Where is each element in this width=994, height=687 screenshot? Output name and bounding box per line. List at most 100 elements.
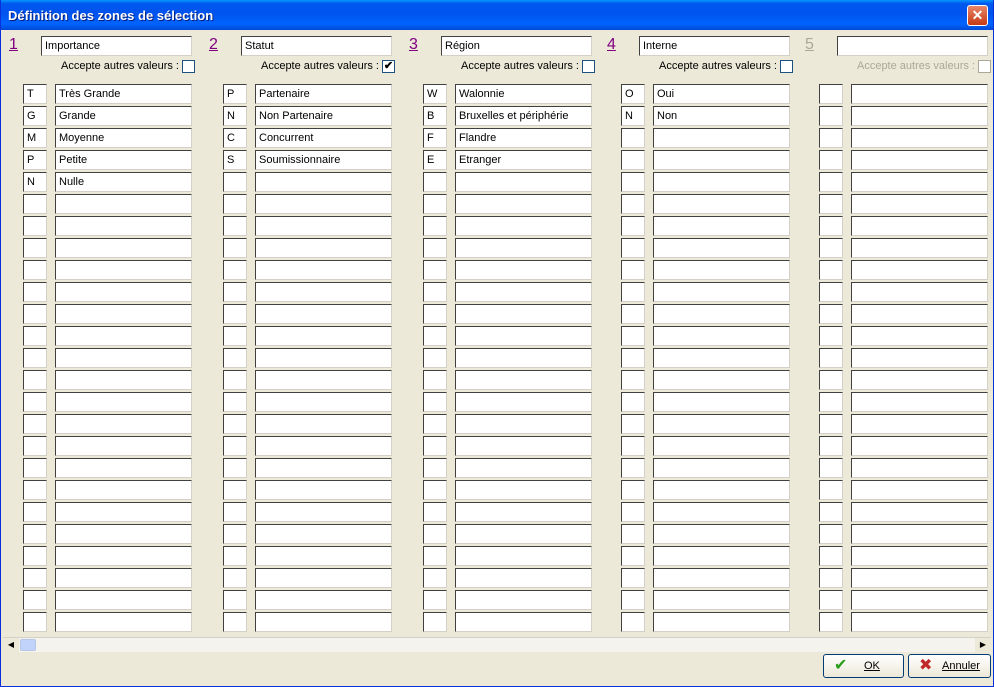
value-label-input[interactable] <box>851 172 988 192</box>
value-code-input[interactable] <box>423 480 447 500</box>
value-code-input[interactable] <box>423 612 447 632</box>
value-code-input[interactable]: T <box>23 84 47 104</box>
value-label-input[interactable] <box>653 172 790 192</box>
value-code-input[interactable] <box>23 304 47 324</box>
value-label-input[interactable] <box>851 304 988 324</box>
value-code-input[interactable] <box>819 128 843 148</box>
value-label-input[interactable] <box>55 282 192 302</box>
value-label-input[interactable]: Concurrent <box>255 128 392 148</box>
value-code-input[interactable] <box>23 502 47 522</box>
value-label-input[interactable]: Oui <box>653 84 790 104</box>
value-label-input[interactable] <box>255 370 392 390</box>
value-code-input[interactable] <box>23 392 47 412</box>
value-label-input[interactable] <box>455 524 592 544</box>
value-code-input[interactable] <box>621 326 645 346</box>
value-label-input[interactable] <box>653 282 790 302</box>
value-code-input[interactable] <box>223 392 247 412</box>
zone-title-input[interactable]: Interne <box>639 36 790 56</box>
zone-title-input[interactable]: Importance <box>41 36 192 56</box>
value-label-input[interactable] <box>653 414 790 434</box>
value-label-input[interactable] <box>455 612 592 632</box>
value-label-input[interactable] <box>255 546 392 566</box>
value-code-input[interactable] <box>23 282 47 302</box>
value-label-input[interactable] <box>55 524 192 544</box>
value-code-input[interactable] <box>621 612 645 632</box>
value-code-input[interactable] <box>223 238 247 258</box>
value-label-input[interactable] <box>653 480 790 500</box>
value-label-input[interactable] <box>255 414 392 434</box>
value-label-input[interactable] <box>455 502 592 522</box>
value-code-input[interactable] <box>23 480 47 500</box>
value-code-input[interactable] <box>819 612 843 632</box>
value-label-input[interactable] <box>653 326 790 346</box>
value-label-input[interactable]: Etranger <box>455 150 592 170</box>
value-code-input[interactable] <box>621 128 645 148</box>
value-code-input[interactable] <box>223 524 247 544</box>
value-label-input[interactable]: Nulle <box>55 172 192 192</box>
value-label-input[interactable] <box>455 216 592 236</box>
value-label-input[interactable] <box>851 524 988 544</box>
value-code-input[interactable] <box>819 480 843 500</box>
value-code-input[interactable] <box>23 612 47 632</box>
value-label-input[interactable] <box>653 590 790 610</box>
value-label-input[interactable]: Soumissionnaire <box>255 150 392 170</box>
value-code-input[interactable] <box>23 436 47 456</box>
accept-other-values-checkbox[interactable] <box>582 60 595 73</box>
cancel-button[interactable]: ✖ Annuler <box>908 654 991 678</box>
value-label-input[interactable] <box>851 590 988 610</box>
value-code-input[interactable] <box>621 216 645 236</box>
value-label-input[interactable] <box>255 282 392 302</box>
value-label-input[interactable] <box>653 546 790 566</box>
value-label-input[interactable] <box>455 568 592 588</box>
value-label-input[interactable] <box>55 612 192 632</box>
value-label-input[interactable] <box>851 348 988 368</box>
value-code-input[interactable] <box>621 502 645 522</box>
value-code-input[interactable] <box>819 436 843 456</box>
value-label-input[interactable]: Non <box>653 106 790 126</box>
value-label-input[interactable] <box>455 194 592 214</box>
value-code-input[interactable] <box>423 414 447 434</box>
value-code-input[interactable] <box>819 326 843 346</box>
value-code-input[interactable] <box>819 348 843 368</box>
value-code-input[interactable] <box>423 458 447 478</box>
value-label-input[interactable] <box>55 304 192 324</box>
value-label-input[interactable] <box>455 590 592 610</box>
value-label-input[interactable] <box>653 304 790 324</box>
value-code-input[interactable] <box>23 216 47 236</box>
value-code-input[interactable] <box>621 260 645 280</box>
value-code-input[interactable] <box>621 590 645 610</box>
value-code-input[interactable] <box>423 282 447 302</box>
value-label-input[interactable] <box>255 458 392 478</box>
value-code-input[interactable] <box>223 436 247 456</box>
close-button[interactable]: ✕ <box>967 5 988 26</box>
value-label-input[interactable] <box>255 216 392 236</box>
value-code-input[interactable] <box>23 260 47 280</box>
value-code-input[interactable] <box>819 590 843 610</box>
value-label-input[interactable] <box>653 194 790 214</box>
value-code-input[interactable] <box>23 458 47 478</box>
value-label-input[interactable] <box>255 326 392 346</box>
value-label-input[interactable] <box>55 370 192 390</box>
value-code-input[interactable] <box>23 590 47 610</box>
value-label-input[interactable] <box>851 458 988 478</box>
value-code-input[interactable] <box>621 172 645 192</box>
scroll-right-button[interactable]: ▶ <box>975 638 991 652</box>
value-label-input[interactable] <box>851 480 988 500</box>
value-label-input[interactable] <box>653 260 790 280</box>
value-label-input[interactable] <box>851 84 988 104</box>
value-label-input[interactable] <box>851 392 988 412</box>
value-label-input[interactable] <box>851 128 988 148</box>
value-label-input[interactable] <box>55 194 192 214</box>
value-label-input[interactable] <box>55 458 192 478</box>
value-label-input[interactable] <box>55 216 192 236</box>
value-label-input[interactable]: Non Partenaire <box>255 106 392 126</box>
value-code-input[interactable] <box>423 216 447 236</box>
value-label-input[interactable] <box>255 392 392 412</box>
value-code-input[interactable] <box>621 546 645 566</box>
value-code-input[interactable] <box>819 84 843 104</box>
value-code-input[interactable] <box>621 524 645 544</box>
value-code-input[interactable] <box>819 150 843 170</box>
zone-title-input[interactable]: Statut <box>241 36 392 56</box>
value-code-input[interactable]: N <box>223 106 247 126</box>
accept-other-values[interactable]: Accepte autres valeurs : <box>9 60 195 74</box>
